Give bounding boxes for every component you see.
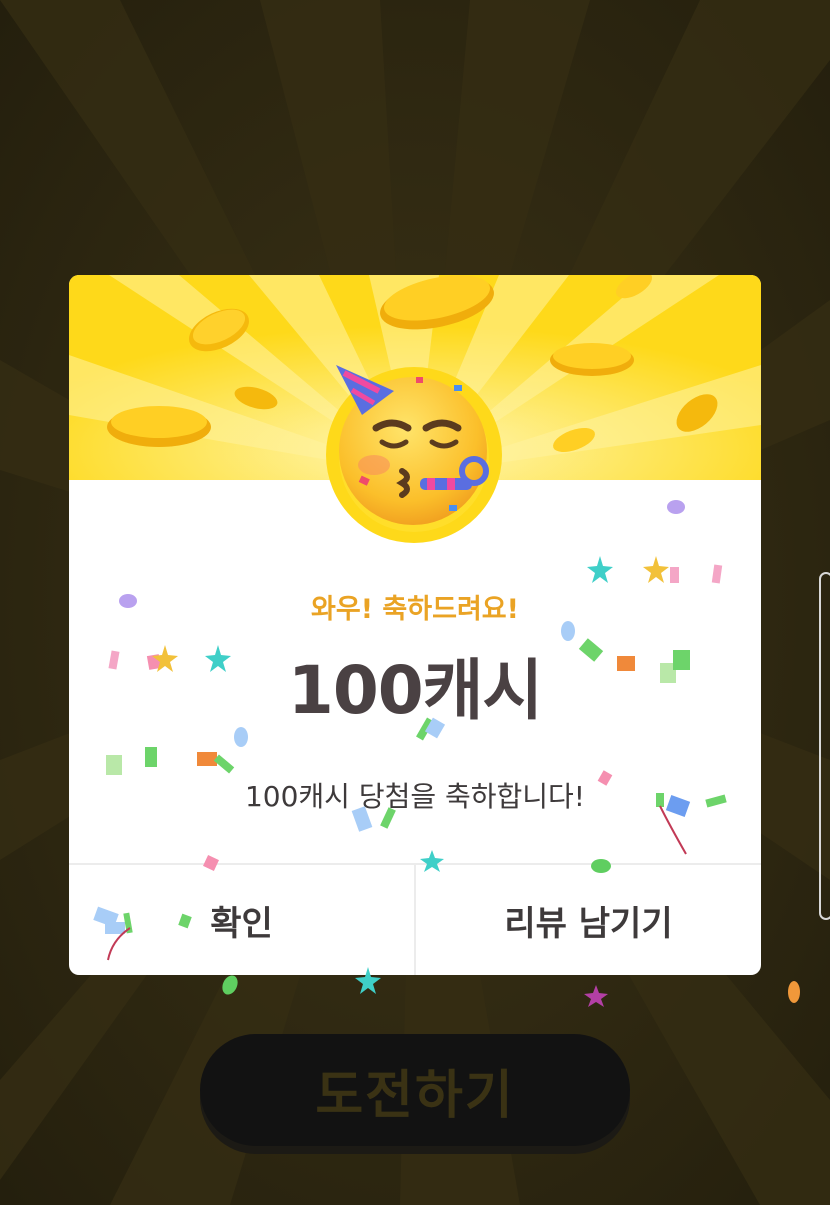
reward-message: 100캐시 당첨을 축하합니다! — [244, 780, 586, 813]
confirm-button-label: 확인 — [210, 903, 273, 944]
reward-dialog: 와우! 축하드려요! 100캐시 100캐시 당첨을 축하합니다! 확인 리뷰 … — [69, 275, 761, 975]
scrollbar[interactable] — [819, 572, 830, 920]
challenge-button[interactable]: 도전하기 — [200, 1034, 630, 1146]
partying-face-icon — [324, 365, 504, 545]
leave-review-button[interactable]: 리뷰 남기기 — [416, 865, 761, 975]
confirm-button[interactable]: 확인 — [69, 865, 414, 975]
congrats-subtitle: 와우! 축하드려요! — [311, 594, 519, 625]
reward-amount: 100캐시 — [287, 652, 543, 729]
leave-review-button-label: 리뷰 남기기 — [504, 903, 673, 944]
challenge-button-label: 도전하기 — [315, 1065, 515, 1126]
